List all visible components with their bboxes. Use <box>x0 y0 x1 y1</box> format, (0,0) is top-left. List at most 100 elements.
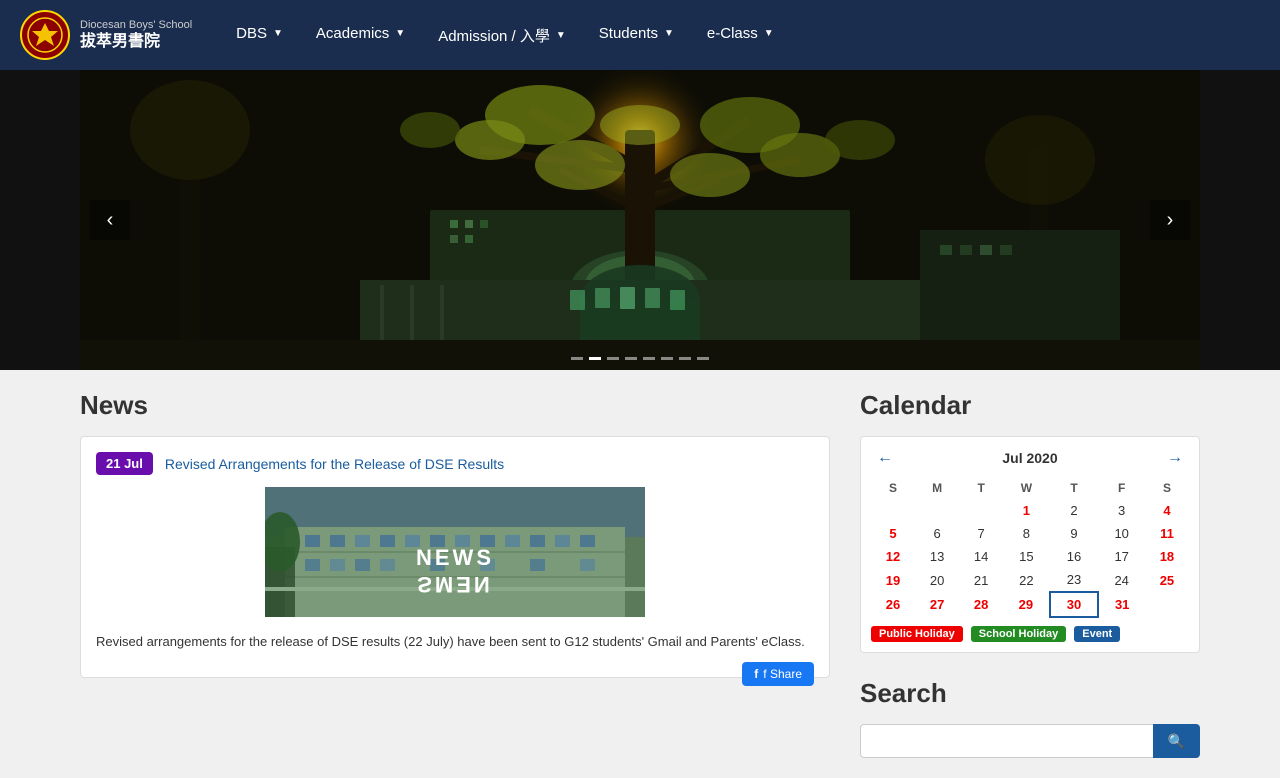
news-section: News 21 Jul Revised Arrangements for the… <box>80 390 830 758</box>
school-logo <box>20 10 70 60</box>
news-image: NEWS SMƎN <box>265 487 645 617</box>
search-box: 🔍 <box>860 724 1200 758</box>
news-title: News <box>80 390 830 421</box>
cal-header-s1: S <box>1145 477 1189 499</box>
calendar-day[interactable]: 20 <box>915 568 959 592</box>
calendar-day[interactable]: 2 <box>1050 499 1099 522</box>
calendar-day[interactable]: 11 <box>1145 522 1189 545</box>
calendar-day[interactable]: 27 <box>915 592 959 617</box>
calendar-day[interactable]: 26 <box>871 592 915 617</box>
right-column: Calendar ← Jul 2020 → S M T W <box>860 390 1200 758</box>
calendar-day[interactable]: 31 <box>1098 592 1144 617</box>
calendar-day[interactable]: 15 <box>1003 545 1049 568</box>
calendar-day[interactable]: 22 <box>1003 568 1049 592</box>
search-icon: 🔍 <box>1168 733 1185 749</box>
carousel-next-btn[interactable]: › <box>1150 200 1190 240</box>
eclass-caret: ▼ <box>764 28 774 39</box>
calendar-legend: Public Holiday School Holiday Event <box>871 626 1189 642</box>
carousel-dot-1[interactable] <box>589 357 601 360</box>
calendar-day[interactable]: 4 <box>1145 499 1189 522</box>
nav-eclass[interactable]: e-Class▼ <box>693 17 788 50</box>
calendar-day <box>871 499 915 522</box>
calendar-day[interactable]: 17 <box>1098 545 1144 568</box>
carousel-indicators <box>571 357 709 360</box>
carousel-image <box>80 70 1200 370</box>
dbs-caret: ▼ <box>273 28 283 39</box>
search-button[interactable]: 🔍 <box>1153 724 1200 758</box>
news-body: Revised arrangements for the release of … <box>96 632 814 652</box>
calendar-section: Calendar ← Jul 2020 → S M T W <box>860 390 1200 653</box>
calendar-day[interactable]: 16 <box>1050 545 1099 568</box>
calendar-day[interactable]: 28 <box>959 592 1003 617</box>
calendar-day[interactable]: 12 <box>871 545 915 568</box>
calendar-title: Calendar <box>860 390 1200 421</box>
calendar-day[interactable]: 14 <box>959 545 1003 568</box>
calendar-day[interactable]: 9 <box>1050 522 1099 545</box>
carousel-prev-btn[interactable]: ‹ <box>90 200 130 240</box>
carousel-dot-6[interactable] <box>679 357 691 360</box>
search-input[interactable] <box>860 724 1153 758</box>
news-card: 21 Jul Revised Arrangements for the Rele… <box>80 436 830 678</box>
cal-header-f: F <box>1098 477 1144 499</box>
calendar-day[interactable]: 1 <box>1003 499 1049 522</box>
fb-icon: f <box>754 667 758 681</box>
carousel-dot-5[interactable] <box>661 357 673 360</box>
calendar-day[interactable]: 23 <box>1050 568 1099 592</box>
calendar-next-btn[interactable]: → <box>1161 447 1189 469</box>
calendar-day[interactable]: 30 <box>1050 592 1099 617</box>
fb-share-button[interactable]: f f Share <box>742 662 814 686</box>
news-image-text-overlay: NEWS SMƎN <box>285 545 625 597</box>
nav-students[interactable]: Students▼ <box>585 17 688 50</box>
calendar-day[interactable]: 8 <box>1003 522 1049 545</box>
nav-academics[interactable]: Academics▼ <box>302 17 419 50</box>
cal-header-m: M <box>915 477 959 499</box>
carousel-dot-2[interactable] <box>607 357 619 360</box>
calendar-day <box>915 499 959 522</box>
calendar-day[interactable]: 25 <box>1145 568 1189 592</box>
page-wrapper: Diocesan Boys' School 拔萃男書院 DBS▼ Academi… <box>0 0 1280 778</box>
search-section: Search 🔍 <box>860 678 1200 758</box>
calendar-day <box>959 499 1003 522</box>
calendar-day[interactable]: 19 <box>871 568 915 592</box>
carousel: ‹ › <box>80 70 1200 370</box>
legend-public-holiday: Public Holiday <box>871 626 963 642</box>
nav-admission[interactable]: Admission / 入學▼ <box>424 17 580 54</box>
calendar-month-title: Jul 2020 <box>1002 450 1057 466</box>
carousel-dot-4[interactable] <box>643 357 655 360</box>
nav-dbs[interactable]: DBS▼ <box>222 17 297 50</box>
main-content: News 21 Jul Revised Arrangements for the… <box>80 370 1200 778</box>
nav-brand[interactable]: Diocesan Boys' School 拔萃男書院 <box>20 10 192 60</box>
academics-caret: ▼ <box>395 28 405 39</box>
calendar-day[interactable]: 21 <box>959 568 1003 592</box>
carousel-wrapper: ‹ › <box>0 70 1280 370</box>
navbar: Diocesan Boys' School 拔萃男書院 DBS▼ Academi… <box>0 0 1280 70</box>
nav-links: DBS▼ Academics▼ Admission / 入學▼ Students… <box>222 17 788 54</box>
carousel-dot-7[interactable] <box>697 357 709 360</box>
calendar-day[interactable]: 7 <box>959 522 1003 545</box>
cal-header-t1: T <box>1050 477 1099 499</box>
calendar-day <box>1145 592 1189 617</box>
calendar-day[interactable]: 24 <box>1098 568 1144 592</box>
legend-school-holiday: School Holiday <box>971 626 1066 642</box>
calendar-grid: S M T W T F S 12345678910111213141516171… <box>871 477 1189 618</box>
calendar-day[interactable]: 10 <box>1098 522 1144 545</box>
cal-header-t0: T <box>959 477 1003 499</box>
school-name: Diocesan Boys' School 拔萃男書院 <box>80 19 192 51</box>
calendar-day[interactable]: 18 <box>1145 545 1189 568</box>
calendar-day[interactable]: 13 <box>915 545 959 568</box>
fb-share-label: f Share <box>763 667 802 681</box>
news-item-header: 21 Jul Revised Arrangements for the Rele… <box>96 452 814 475</box>
news-link[interactable]: Revised Arrangements for the Release of … <box>165 456 504 472</box>
calendar-day[interactable]: 29 <box>1003 592 1049 617</box>
carousel-dot-3[interactable] <box>625 357 637 360</box>
admission-caret: ▼ <box>556 30 566 41</box>
calendar-day[interactable]: 3 <box>1098 499 1144 522</box>
calendar-header: ← Jul 2020 → <box>871 447 1189 469</box>
legend-event: Event <box>1074 626 1120 642</box>
calendar-day[interactable]: 5 <box>871 522 915 545</box>
news-date-badge: 21 Jul <box>96 452 153 475</box>
carousel-dot-0[interactable] <box>571 357 583 360</box>
calendar-prev-btn[interactable]: ← <box>871 447 899 469</box>
cal-header-w: W <box>1003 477 1049 499</box>
calendar-day[interactable]: 6 <box>915 522 959 545</box>
